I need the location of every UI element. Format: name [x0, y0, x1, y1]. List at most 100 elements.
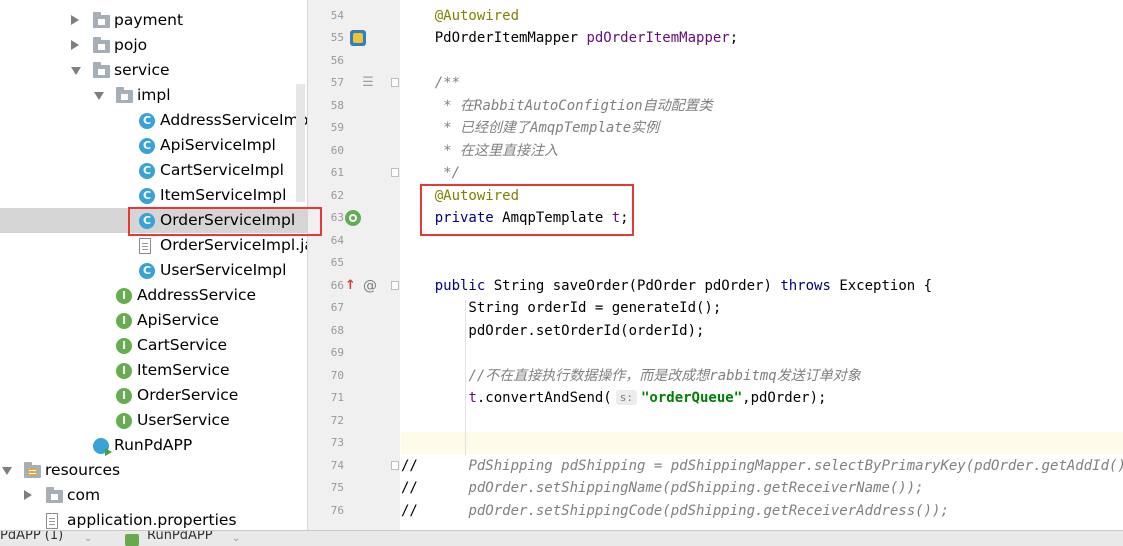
javadoc-render-icon[interactable]: ☰: [360, 75, 376, 91]
run-tab-label[interactable]: PdAPP (1): [0, 531, 63, 543]
autowired-bean-icon[interactable]: [345, 210, 361, 226]
resources-folder-icon: [24, 462, 41, 478]
fold-marker-icon[interactable]: [391, 460, 399, 470]
gutter-line[interactable]: 73: [308, 432, 400, 454]
tree-node-label: application.properties: [67, 511, 237, 529]
gutter-line[interactable]: 57 ☰: [308, 72, 400, 94]
code-line[interactable]: // pdOrder.setShippingCode(pdShipping.ge…: [401, 500, 1123, 522]
parameter-hint: s:: [615, 390, 637, 405]
gutter-line[interactable]: 62: [308, 185, 400, 207]
tree-node-apiserviceimpl[interactable]: C ApiServiceImpl: [0, 133, 307, 158]
gutter-line[interactable]: 71: [308, 387, 400, 409]
line-number: 71: [330, 391, 344, 404]
expanded-arrow-icon[interactable]: [2, 467, 12, 475]
code-line[interactable]: * 在RabbitAutoConfigtion自动配置类: [401, 95, 1123, 117]
fold-marker-icon[interactable]: [391, 78, 399, 87]
annotation-icon[interactable]: @: [363, 278, 377, 294]
tab-close-icon[interactable]: ⌄: [232, 533, 240, 544]
fold-marker-icon[interactable]: [391, 280, 399, 290]
tree-node-cartservice[interactable]: I CartService: [0, 333, 307, 358]
gutter-line[interactable]: 55: [308, 27, 400, 49]
tree-node-apiservice[interactable]: I ApiService: [0, 308, 307, 333]
tree-node-pojo[interactable]: pojo: [0, 33, 307, 58]
code-line[interactable]: //不在直接执行数据操作，而是改成想rabbitmq发送订单对象: [401, 365, 1123, 387]
tree-node-orderserviceimpl-java[interactable]: OrderServiceImpl.java: [0, 233, 307, 258]
expanded-arrow-icon[interactable]: [71, 67, 81, 75]
tree-node-addressserviceimpl[interactable]: C AddressServiceImpl: [0, 108, 307, 133]
tree-node-impl[interactable]: impl: [0, 83, 307, 108]
collapsed-arrow-icon[interactable]: [71, 40, 79, 50]
tree-node-label: pojo: [114, 36, 148, 54]
code-line[interactable]: [401, 50, 1123, 72]
gutter-line[interactable]: 70: [308, 365, 400, 387]
line-number: 59: [330, 121, 344, 134]
project-tree[interactable]: payment pojo service impl C AddressServiceImp…: [0, 0, 307, 530]
code-line[interactable]: [401, 342, 1123, 364]
code-line[interactable]: String orderId = generateId();: [401, 297, 1123, 319]
current-code-line[interactable]: [401, 432, 1123, 454]
code-line[interactable]: * 在这里直接注入: [401, 140, 1123, 162]
gutter-line[interactable]: 58: [308, 95, 400, 117]
tree-node-cartserviceimpl[interactable]: C CartServiceImpl: [0, 158, 307, 183]
tree-node-userservice[interactable]: I UserService: [0, 408, 307, 433]
gutter-line[interactable]: 59: [308, 117, 400, 139]
tree-node-label: RunPdAPP: [114, 436, 193, 454]
code-token: .convertAndSend(: [476, 390, 612, 406]
gutter-line[interactable]: 67: [308, 297, 400, 319]
tree-node-label: CartServiceImpl: [160, 161, 284, 179]
tree-node-orderservice[interactable]: I OrderService: [0, 383, 307, 408]
tree-node-label: service: [114, 61, 170, 79]
gutter-line[interactable]: 68: [308, 320, 400, 342]
tree-node-userserviceimpl[interactable]: C UserServiceImpl: [0, 258, 307, 283]
code-line[interactable]: public String saveOrder(PdOrder pdOrder)…: [401, 275, 1123, 297]
tree-node-addressservice[interactable]: I AddressService: [0, 283, 307, 308]
gutter-line[interactable]: 61: [308, 162, 400, 184]
expanded-arrow-icon[interactable]: [94, 92, 104, 100]
code-line[interactable]: PdOrderItemMapper pdOrderItemMapper;: [401, 27, 1123, 49]
fold-marker-icon[interactable]: [391, 168, 399, 177]
run-tab-label[interactable]: RunPdAPP: [147, 531, 213, 543]
gutter-line[interactable]: 56: [308, 50, 400, 72]
code-editor[interactable]: 54 55 56 57 ☰ 58 59 60 61 62 63 64 65 66 @ ↑ 67 68 69 70 71 7…: [308, 0, 1123, 530]
code-token: public: [434, 277, 494, 294]
implements-method-icon[interactable]: ↑: [345, 278, 357, 294]
code-line[interactable]: [401, 252, 1123, 274]
line-number: 61: [330, 166, 344, 179]
code-line[interactable]: */: [401, 162, 1123, 184]
java-class-icon: C: [139, 263, 155, 279]
tree-node-itemserviceimpl[interactable]: C ItemServiceImpl: [0, 183, 307, 208]
code-line[interactable]: pdOrder.setOrderId(orderId);: [401, 320, 1123, 342]
code-line[interactable]: [401, 410, 1123, 432]
tree-node-payment[interactable]: payment: [0, 8, 307, 33]
tree-node-runpdapp[interactable]: RunPdAPP: [0, 433, 307, 458]
line-number: 68: [330, 323, 344, 337]
tree-node-label: OrderService: [137, 386, 239, 404]
gutter-line[interactable]: 65: [308, 252, 400, 274]
tree-node-application-properties[interactable]: application.properties: [0, 508, 307, 530]
gutter-line[interactable]: 60: [308, 140, 400, 162]
tree-node-itemservice[interactable]: I ItemService: [0, 358, 307, 383]
collapsed-arrow-icon[interactable]: [71, 15, 79, 25]
tree-node-com[interactable]: com: [0, 483, 307, 508]
tree-node-resources[interactable]: resources: [0, 458, 307, 483]
code-line[interactable]: @Autowired: [401, 5, 1123, 27]
code-line[interactable]: /**: [401, 72, 1123, 94]
tree-node-service[interactable]: service: [0, 58, 307, 83]
tab-close-icon[interactable]: ⌄: [84, 533, 92, 544]
code-line[interactable]: // pdOrder.setShippingName(pdShipping.ge…: [401, 477, 1123, 499]
mybatis-mapper-icon[interactable]: [350, 30, 366, 46]
gutter-line[interactable]: 69: [308, 342, 400, 364]
gutter-line[interactable]: 72: [308, 410, 400, 432]
gutter-line[interactable]: 66 @ ↑: [308, 275, 400, 297]
collapsed-arrow-icon[interactable]: [24, 490, 32, 500]
tree-scrollbar-thumb[interactable]: [296, 84, 305, 202]
gutter-line[interactable]: 75: [308, 477, 400, 499]
code-line[interactable]: * 已经创建了AmqpTemplate实例: [401, 117, 1123, 139]
code-line[interactable]: // PdShipping pdShipping = pdShippingMap…: [401, 455, 1123, 477]
gutter-line[interactable]: 74: [308, 455, 400, 477]
gutter-line[interactable]: 54: [308, 5, 400, 27]
gutter-line[interactable]: 76: [308, 500, 400, 522]
code-line[interactable]: t.convertAndSend(s: "orderQueue",pdOrder)…: [401, 387, 1123, 409]
